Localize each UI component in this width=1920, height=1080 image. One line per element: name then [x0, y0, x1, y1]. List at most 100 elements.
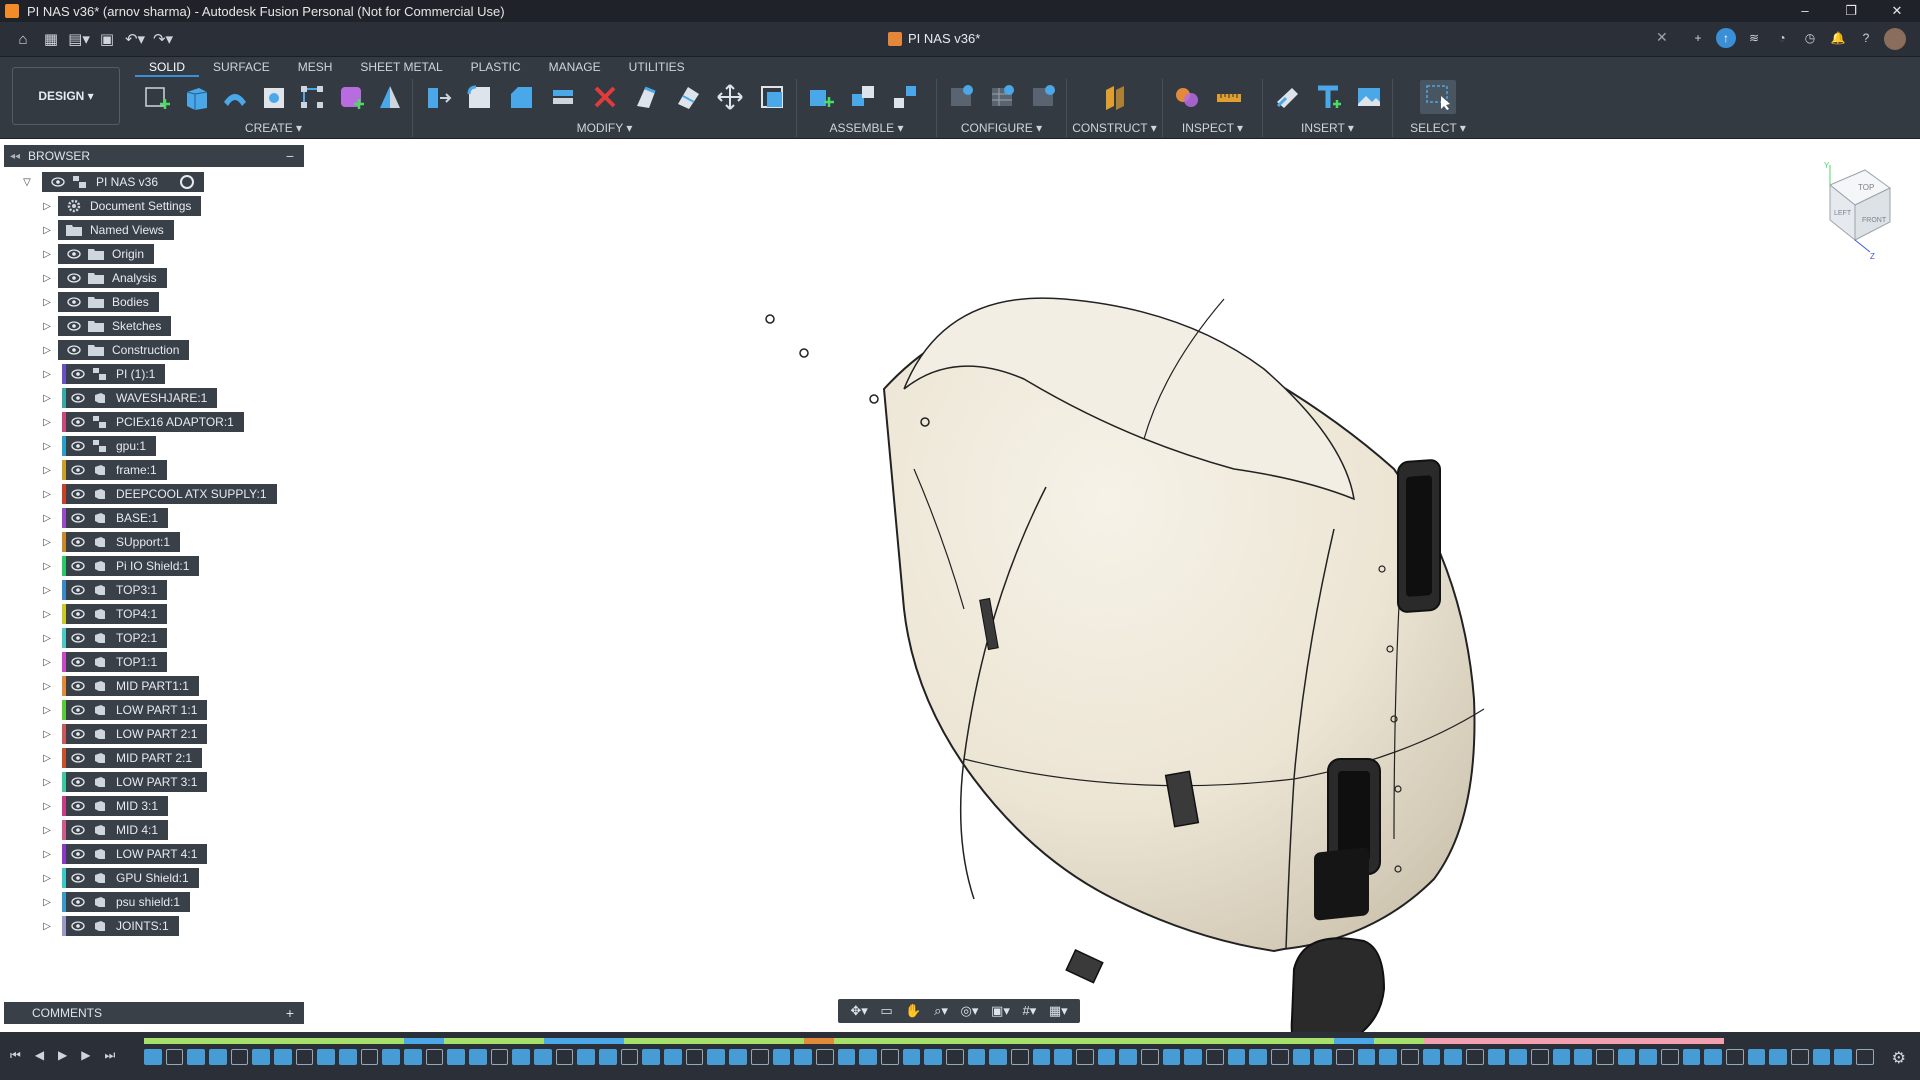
tree-item-pill[interactable]: DEEPCOOL ATX SUPPLY:1: [62, 484, 277, 504]
tree-item-pill[interactable]: LOW PART 2:1: [62, 724, 208, 744]
eye-icon[interactable]: [70, 800, 86, 812]
user-avatar[interactable]: [1884, 28, 1906, 50]
timeline-feature-icon[interactable]: [1444, 1049, 1462, 1065]
pan-icon[interactable]: ✋: [905, 1003, 921, 1019]
tree-item[interactable]: ▷ JOINTS:1: [4, 914, 304, 938]
tree-item-pill[interactable]: MID PART 2:1: [62, 748, 203, 768]
tree-item[interactable]: ▷ MID PART 2:1: [4, 746, 304, 770]
tree-item[interactable]: ▷ LOW PART 2:1: [4, 722, 304, 746]
tree-item[interactable]: ▷ PI (1):1: [4, 362, 304, 386]
extension-icon[interactable]: ↑: [1716, 28, 1736, 48]
tree-item[interactable]: ▷ SUpport:1: [4, 530, 304, 554]
tree-item-pill[interactable]: LOW PART 3:1: [62, 772, 208, 792]
timeline-feature-icon[interactable]: [729, 1049, 747, 1065]
extrude-icon[interactable]: [180, 80, 213, 114]
tree-item[interactable]: ▷ Document Settings: [4, 194, 304, 218]
browser-panel-header[interactable]: ◂◂ BROWSER −: [4, 145, 304, 167]
timeline-feature-icon[interactable]: [165, 1049, 184, 1065]
timeline-feature-icon[interactable]: [404, 1049, 422, 1065]
close-button[interactable]: ✕: [1874, 0, 1920, 22]
tree-item[interactable]: ▷ LOW PART 4:1: [4, 842, 304, 866]
tree-item-pill[interactable]: Sketches: [58, 316, 172, 336]
tree-item-pill[interactable]: gpu:1: [62, 436, 157, 456]
add-comment-icon[interactable]: +: [286, 1005, 294, 1021]
eye-icon[interactable]: [70, 680, 86, 692]
move-copy-icon[interactable]: [712, 80, 748, 114]
collapse-panel-icon[interactable]: ◂◂: [10, 151, 20, 162]
chevron-right-icon[interactable]: ▷: [42, 705, 52, 716]
display-settings-icon[interactable]: ▣▾: [991, 1003, 1010, 1019]
timeline-feature-icon[interactable]: [490, 1049, 509, 1065]
chamfer-icon[interactable]: [503, 80, 539, 114]
chevron-right-icon[interactable]: ▷: [42, 873, 52, 884]
tree-item-pill[interactable]: Pi IO Shield:1: [62, 556, 200, 576]
tab-sheet-metal[interactable]: SHEET METAL: [346, 57, 456, 77]
timeline-feature-icon[interactable]: [1530, 1049, 1549, 1065]
chevron-right-icon[interactable]: ▷: [42, 609, 52, 620]
new-component-icon[interactable]: [803, 80, 839, 114]
tree-item-pill[interactable]: TOP1:1: [62, 652, 168, 672]
comments-panel-header[interactable]: COMMENTS +: [4, 1002, 304, 1024]
eye-icon[interactable]: [66, 272, 82, 284]
mirror-icon[interactable]: [373, 80, 406, 114]
timeline-feature-icon[interactable]: [144, 1049, 162, 1065]
eye-icon[interactable]: [66, 320, 82, 332]
eye-icon[interactable]: [70, 752, 86, 764]
chevron-right-icon[interactable]: ▷: [42, 921, 52, 932]
tree-item[interactable]: ▷ Bodies: [4, 290, 304, 314]
timeline-feature-icon[interactable]: [1769, 1049, 1788, 1065]
tree-item-pill[interactable]: TOP4:1: [62, 604, 168, 624]
timeline-feature-icon[interactable]: [1249, 1049, 1267, 1065]
configuration-rule-icon[interactable]: [1025, 80, 1060, 114]
configuration-table-icon[interactable]: [984, 80, 1019, 114]
timeline-feature-icon[interactable]: [1162, 1049, 1181, 1065]
insert-group-label[interactable]: INSERT ▾: [1263, 121, 1392, 135]
insert-canvas-icon[interactable]: [1351, 80, 1386, 114]
go-to-start-icon[interactable]: ⏮: [10, 1048, 21, 1063]
eye-icon[interactable]: [70, 608, 86, 620]
timeline-feature-icon[interactable]: [1509, 1049, 1527, 1065]
tab-utilities[interactable]: UTILITIES: [615, 57, 699, 77]
timeline-feature-icon[interactable]: [902, 1049, 921, 1065]
tree-item[interactable]: ▷ TOP4:1: [4, 602, 304, 626]
tree-item-pill[interactable]: LOW PART 4:1: [62, 844, 208, 864]
align-icon[interactable]: [754, 80, 790, 114]
timeline-feature-icon[interactable]: [924, 1049, 942, 1065]
chevron-right-icon[interactable]: ▷: [42, 441, 52, 452]
tree-item-pill[interactable]: MID 4:1: [62, 820, 169, 840]
eye-icon[interactable]: [70, 728, 86, 740]
configure-group-label[interactable]: CONFIGURE ▾: [937, 121, 1066, 135]
timeline-feature-icon[interactable]: [274, 1049, 292, 1065]
tree-item[interactable]: ▷ frame:1: [4, 458, 304, 482]
save-icon[interactable]: ▣: [96, 29, 118, 49]
chevron-right-icon[interactable]: ▷: [42, 201, 52, 212]
timeline-feature-icon[interactable]: [447, 1049, 466, 1065]
timeline-feature-icon[interactable]: [1357, 1049, 1376, 1065]
rectangular-pattern-icon[interactable]: [296, 80, 329, 114]
timeline-feature-icon[interactable]: [1791, 1049, 1809, 1065]
step-back-icon[interactable]: ◀: [35, 1048, 44, 1063]
create-sketch-icon[interactable]: [141, 80, 174, 114]
measure-icon[interactable]: [1211, 80, 1247, 114]
eye-icon[interactable]: [66, 296, 82, 308]
tree-item-pill[interactable]: GPU Shield:1: [62, 868, 199, 888]
eye-icon[interactable]: [70, 824, 86, 836]
timeline-feature-icon[interactable]: [1205, 1049, 1224, 1065]
scale-icon[interactable]: [628, 80, 664, 114]
tab-plastic[interactable]: PLASTIC: [457, 57, 535, 77]
help-icon[interactable]: ?: [1856, 28, 1876, 48]
root-node-pill[interactable]: PI NAS v36: [42, 172, 205, 192]
eye-icon[interactable]: [70, 872, 86, 884]
tree-item-pill[interactable]: Document Settings: [58, 196, 202, 216]
timeline-feature-icon[interactable]: [815, 1049, 834, 1065]
timeline-feature-icon[interactable]: [534, 1049, 552, 1065]
chevron-right-icon[interactable]: ▷: [42, 681, 52, 692]
interference-icon[interactable]: [1169, 80, 1205, 114]
hole-icon[interactable]: [257, 80, 290, 114]
chevron-right-icon[interactable]: ▷: [42, 249, 52, 260]
view-cube[interactable]: TOP LEFT FRONT Y Z: [1810, 160, 1900, 260]
timeline-feature-icon[interactable]: [1292, 1049, 1311, 1065]
timeline-feature-icon[interactable]: [1617, 1049, 1636, 1065]
timeline-feature-icon[interactable]: [599, 1049, 617, 1065]
timeline-feature-icon[interactable]: [1227, 1049, 1246, 1065]
